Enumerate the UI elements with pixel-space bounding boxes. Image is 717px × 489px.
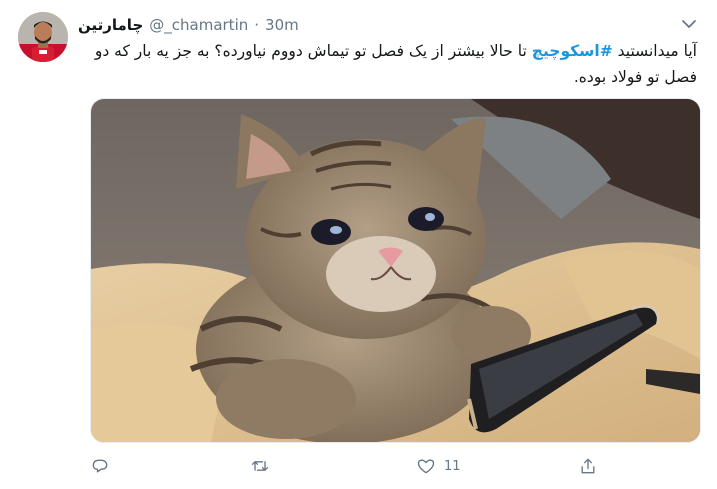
avatar-image bbox=[18, 12, 68, 62]
retweet-icon bbox=[251, 461, 269, 471]
share-icon bbox=[581, 458, 595, 474]
tweet-text: آیا میدانستید #اسکوچیچ تا حالا بیشتر از … bbox=[94, 38, 697, 90]
hashtag-link[interactable]: #اسکوچیچ bbox=[532, 42, 613, 60]
like-icon bbox=[417, 459, 435, 474]
tweet-text-prefix: آیا میدانستید bbox=[612, 42, 697, 60]
tweet-actions: 11 bbox=[90, 448, 610, 484]
crying-cat-image bbox=[91, 99, 700, 442]
retweet-button[interactable] bbox=[250, 448, 278, 484]
avatar[interactable] bbox=[18, 12, 68, 62]
more-options-button[interactable] bbox=[677, 12, 701, 36]
like-button[interactable]: 11 bbox=[416, 448, 461, 484]
reply-icon bbox=[92, 459, 108, 473]
chevron-down-icon bbox=[682, 20, 696, 28]
tweet-media-image[interactable] bbox=[90, 98, 701, 443]
timestamp[interactable]: 30m bbox=[265, 16, 299, 34]
tweet-header: چامارتین @_chamartin · 30m bbox=[78, 12, 647, 38]
like-count: 11 bbox=[444, 458, 461, 474]
separator-dot: · bbox=[254, 16, 260, 34]
reply-button[interactable] bbox=[90, 448, 118, 484]
author-handle[interactable]: @_chamartin bbox=[149, 16, 248, 34]
author-name[interactable]: چامارتین bbox=[78, 16, 143, 34]
share-button[interactable] bbox=[578, 448, 606, 484]
tweet-card[interactable]: چامارتین @_chamartin · 30m آیا میدانستید… bbox=[0, 0, 717, 489]
